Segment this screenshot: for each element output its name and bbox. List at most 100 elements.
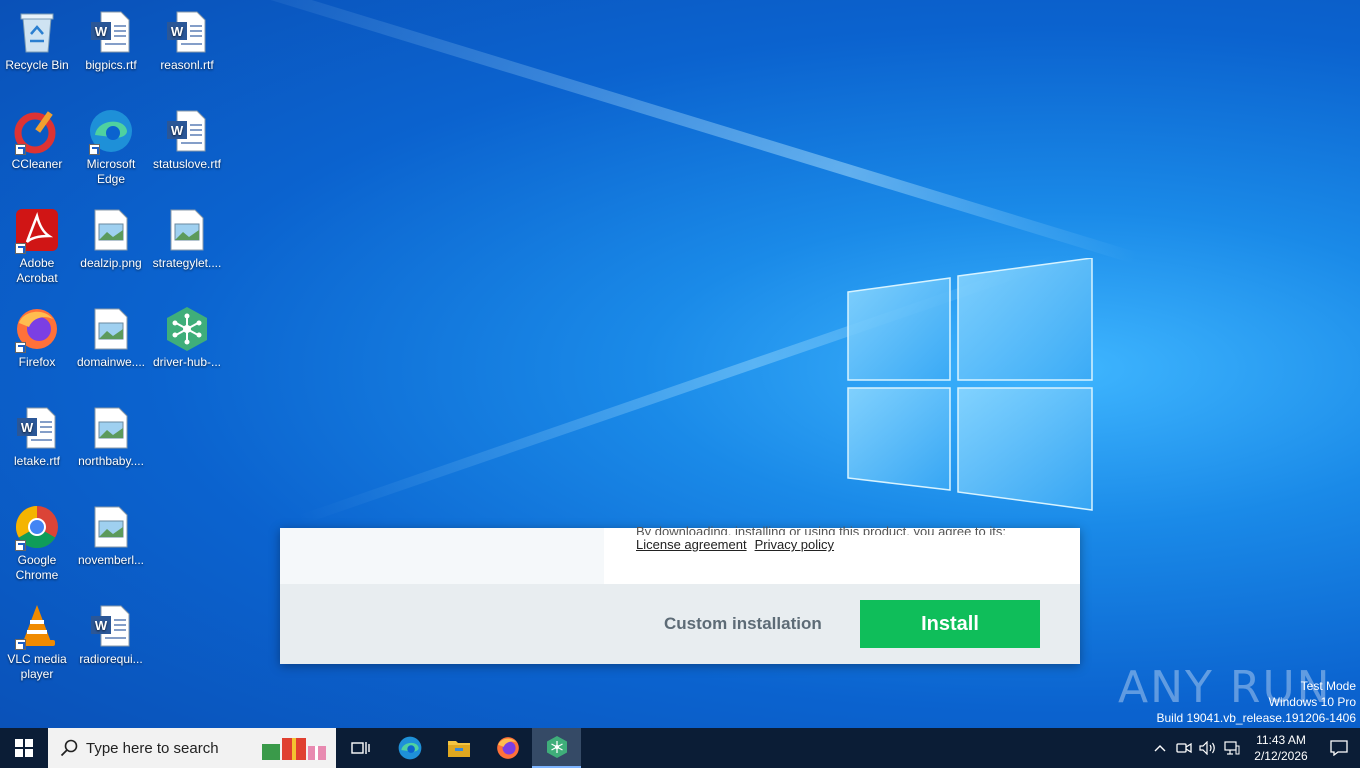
installer-dialog: By downloading, installing or using this… (280, 524, 1080, 664)
image-file-icon (87, 503, 135, 551)
test-mode-label: Test Mode (1300, 679, 1356, 693)
desktop-icon-label: Google Chrome (15, 553, 59, 582)
image-file-icon (87, 305, 135, 353)
speaker-icon (1199, 741, 1215, 755)
desktop-icon-label: letake.rtf (13, 454, 61, 468)
desktop-icon-chrome[interactable]: Google Chrome (0, 503, 74, 583)
word-document-icon: W (163, 107, 211, 155)
desktop-icon-northbaby[interactable]: northbaby.... (74, 404, 148, 469)
svg-text:W: W (21, 420, 34, 435)
taskbar: Type here to search 11:43 AM 2/12/2026 (0, 728, 1360, 768)
task-view-button[interactable] (336, 728, 385, 768)
desktop-icon-strategylet[interactable]: strategylet.... (150, 206, 224, 271)
clock-time: 11:43 AM (1256, 733, 1306, 747)
search-icon (60, 739, 78, 757)
desktop-icon-firefox[interactable]: Firefox (0, 305, 74, 370)
chrome-icon (13, 503, 61, 551)
build-label: Build 19041.vb_release.191206-1406 (1156, 711, 1357, 725)
firefox-icon (496, 737, 519, 759)
image-file-icon (87, 404, 135, 452)
image-file-icon (163, 206, 211, 254)
privacy-policy-link[interactable]: Privacy policy (755, 535, 834, 554)
notification-center-button[interactable] (1318, 740, 1360, 756)
desktop-icon-label: strategylet.... (152, 256, 222, 270)
taskbar-search-box[interactable]: Type here to search (48, 728, 336, 768)
word-document-icon: W (87, 8, 135, 56)
driver-hub-icon (163, 305, 211, 353)
shortcut-arrow-icon (89, 144, 100, 155)
desktop-icon-letake[interactable]: W letake.rtf (0, 404, 74, 469)
tray-meet-button[interactable] (1172, 741, 1196, 755)
shortcut-arrow-icon (15, 639, 26, 650)
start-button[interactable] (0, 728, 48, 768)
desktop-icon-label: Adobe Acrobat (16, 256, 58, 285)
show-hidden-icons-button[interactable] (1148, 744, 1172, 752)
desktop-icon-radiorequi[interactable]: W radiorequi... (74, 602, 148, 667)
license-agreement-link[interactable]: License agreement (636, 535, 747, 554)
tray-network-button[interactable] (1220, 741, 1244, 755)
desktop-icon-reasonl[interactable]: W reasonl.rtf (150, 8, 224, 73)
desktop-icon-edge[interactable]: Microsoft Edge (74, 107, 148, 187)
word-document-icon: W (163, 8, 211, 56)
taskbar-clock[interactable]: 11:43 AM 2/12/2026 (1244, 732, 1318, 764)
edge-icon (398, 736, 421, 760)
shortcut-arrow-icon (15, 342, 26, 353)
system-tray: 11:43 AM 2/12/2026 (1148, 728, 1360, 768)
word-document-icon: W (87, 602, 135, 650)
meet-now-icon (1176, 742, 1192, 754)
desktop-icon-label: domainwe.... (76, 355, 146, 369)
desktop-icon-statuslove[interactable]: W statuslove.rtf (150, 107, 224, 172)
installer-side-panel (280, 528, 604, 584)
recycle-bin-icon (13, 8, 61, 56)
desktop-icon-label: reasonl.rtf (160, 58, 214, 72)
folder-icon (447, 741, 470, 757)
os-edition-label: Windows 10 Pro (1268, 695, 1356, 709)
desktop-icon-novemberl[interactable]: novemberl... (74, 503, 148, 568)
desktop-icon-ccleaner[interactable]: CCleaner (0, 107, 74, 172)
taskbar-driver-hub-button[interactable] (532, 728, 581, 768)
shortcut-arrow-icon (15, 243, 26, 254)
svg-text:W: W (171, 123, 184, 138)
desktop-icon-label: Firefox (18, 355, 56, 369)
desktop-icon-domainwe[interactable]: domainwe.... (74, 305, 148, 370)
legal-links: License agreement Privacy policy (636, 535, 1066, 554)
desktop-icon-label: VLC media player (7, 652, 67, 681)
driver-hub-icon (546, 736, 567, 758)
taskbar-file-explorer-button[interactable] (434, 728, 483, 768)
shortcut-arrow-icon (15, 144, 26, 155)
desktop-icon-vlc[interactable]: VLC media player (0, 602, 74, 682)
desktop-icon-bigpics[interactable]: W bigpics.rtf (74, 8, 148, 73)
taskbar-firefox-button[interactable] (483, 728, 532, 768)
gift-boxes-icon (262, 738, 326, 760)
desktop-icon-dealzip[interactable]: dealzip.png (74, 206, 148, 271)
desktop-icon-label: driver-hub-... (152, 355, 222, 369)
windows-logo-wallpaper (847, 258, 1093, 511)
chevron-up-icon (1154, 745, 1166, 752)
search-placeholder: Type here to search (86, 739, 219, 757)
desktop-icon-label: statuslove.rtf (152, 157, 222, 171)
desktop-icon-adobe-acrobat[interactable]: Adobe Acrobat (0, 206, 74, 286)
acrobat-icon (13, 206, 61, 254)
shortcut-arrow-icon (15, 540, 26, 551)
desktop-icon-label: novemberl... (77, 553, 145, 567)
desktop-icon-recycle-bin[interactable]: Recycle Bin (0, 8, 74, 73)
image-file-icon (87, 206, 135, 254)
desktop-icon-label: bigpics.rtf (85, 58, 137, 72)
legal-text: By downloading, installing or using this… (636, 524, 1006, 535)
custom-installation-button[interactable]: Custom installation (664, 614, 822, 634)
desktop-icon-driver-hub[interactable]: driver-hub-... (150, 305, 224, 370)
system-info: Test Mode Windows 10 Pro Build 19041.vb_… (1157, 678, 1357, 726)
word-document-icon: W (13, 404, 61, 452)
desktop-icon-label: CCleaner (11, 157, 63, 171)
svg-text:W: W (95, 618, 108, 633)
task-view-icon (350, 742, 370, 754)
install-button[interactable]: Install (860, 600, 1040, 648)
clock-date: 2/12/2026 (1254, 749, 1308, 763)
network-icon (1224, 741, 1240, 755)
taskbar-edge-button[interactable] (385, 728, 434, 768)
svg-text:W: W (95, 24, 108, 39)
svg-text:W: W (171, 24, 184, 39)
desktop-icon-label: Microsoft Edge (86, 157, 136, 186)
tray-volume-button[interactable] (1196, 741, 1220, 755)
edge-icon (87, 107, 135, 155)
